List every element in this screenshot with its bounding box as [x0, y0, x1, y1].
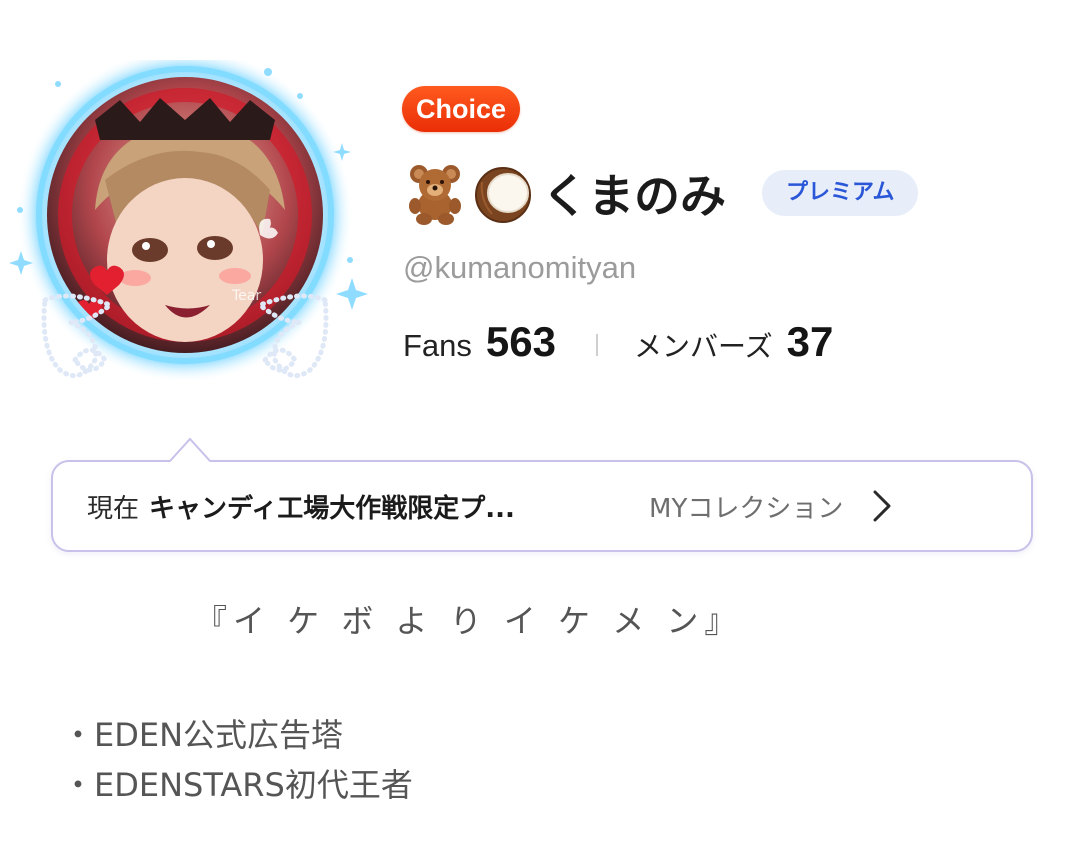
- avatar-watermark: Tear: [231, 288, 261, 304]
- collection-name: キャンディ工場大作戦限定プ...: [149, 493, 515, 524]
- bio-quote: 『イ ケ ボ よ り イ ケ メ ン』: [195, 602, 743, 640]
- bio-line: ・EDEN公式広告塔: [62, 716, 344, 754]
- chevron-right-icon[interactable]: [871, 489, 893, 523]
- profile-avatar[interactable]: Tear: [0, 60, 370, 405]
- current-collection-bar[interactable]: 現在 キャンディ工場大作戦限定プ... MYコレクション: [51, 460, 1033, 552]
- user-handle: @kumanomityan: [403, 250, 637, 285]
- fans-label[interactable]: Fans: [403, 328, 472, 364]
- bio-list: ・EDEN公式広告塔 ・EDENSTARS初代王者: [62, 710, 413, 810]
- collection-prefix: 現在: [87, 493, 140, 524]
- stats-divider: [596, 334, 598, 356]
- bubble-tail: [170, 437, 210, 462]
- teddy-bear-icon: [409, 165, 461, 225]
- bio-line: ・EDENSTARS初代王者: [62, 766, 413, 804]
- my-collection-link[interactable]: MYコレクション: [649, 488, 843, 525]
- members-count[interactable]: 37: [787, 318, 834, 366]
- stats-row: Fans 563 メンバーズ 37: [403, 318, 833, 372]
- display-name: くまのみ: [542, 169, 726, 223]
- coconut-icon: [475, 167, 531, 223]
- fans-count[interactable]: 563: [486, 318, 556, 366]
- premium-badge: プレミアム: [762, 170, 919, 216]
- profile-name-row: くまのみ プレミアム: [402, 160, 919, 226]
- members-label[interactable]: メンバーズ: [634, 325, 773, 365]
- avatar-image: Tear: [9, 60, 368, 383]
- choice-badge: Choice: [402, 86, 521, 132]
